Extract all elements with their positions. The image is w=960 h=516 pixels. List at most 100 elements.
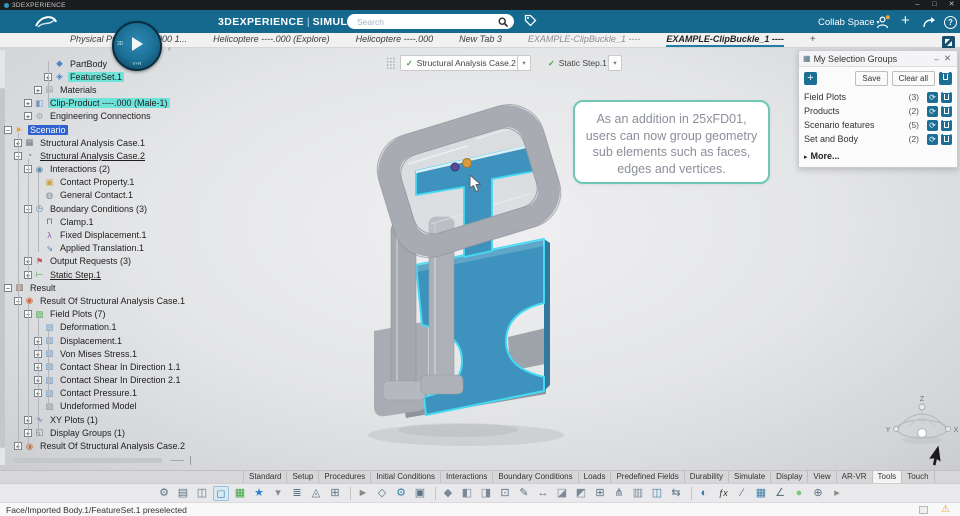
add-content-button[interactable]: + [901,12,910,29]
tree-expand-toggle[interactable]: + [24,112,32,121]
document-tab[interactable]: Helicoptere ----.000 [356,33,434,47]
view-3d-icon[interactable]: ◇ [374,486,390,501]
ribbon-tab-predefined-fields[interactable]: Predefined Fields [611,471,685,483]
ribbon-tab-standard[interactable]: Standard [243,471,288,483]
share-icon[interactable] [922,16,936,28]
minimize-button[interactable]: – [909,0,926,10]
monitor-view-icon[interactable]: ◫ [649,486,665,501]
ribbon-tab-view[interactable]: View [808,471,837,483]
trash-icon[interactable] [941,91,952,103]
toolbar-drag-handle-icon[interactable] [386,57,396,70]
tree-item[interactable]: −◔Structural Analysis Case.2 [0,149,250,162]
tree-item[interactable]: + ▤ Materials [0,83,250,96]
ruler-icon[interactable]: ⇆ [668,486,684,501]
selection-group-row[interactable]: Products (2) ⟳ [804,104,952,118]
save-button[interactable]: Save [855,71,888,86]
scrollbar-thumb[interactable] [14,458,162,463]
section-left-icon[interactable]: ◧ [459,486,475,501]
trash-icon[interactable] [941,133,952,145]
annotate-icon[interactable]: ✎ [516,486,532,501]
ribbon-tab-boundary-conditions[interactable]: Boundary Conditions [493,471,579,483]
search-input[interactable] [355,15,489,29]
ribbon-tab-touch[interactable]: Touch [902,471,935,483]
more-tools-caret[interactable]: ▸ [829,486,845,501]
ribbon-tab-setup[interactable]: Setup [287,471,320,483]
formula-fx-icon[interactable]: ƒx [715,486,731,501]
web-sync-icon[interactable]: ⊕ [810,486,826,501]
tree-item[interactable]: +◈FeatureSet.1 [0,70,250,83]
ribbon-tab-loads[interactable]: Loads [579,471,612,483]
solid-cube-icon[interactable]: ◆ [440,486,456,501]
tag-icon[interactable] [524,14,537,27]
tree-item[interactable]: + ⚙ Engineering Connections [0,110,250,123]
note-icon[interactable] [919,506,928,514]
link-nodes-icon[interactable]: ◬ [308,486,324,501]
close-button[interactable]: ✕ [943,0,960,10]
document-tab[interactable]: EXAMPLE-ClipBuckle_1 ---- [528,33,641,47]
delete-all-icon[interactable] [939,72,952,85]
tree-item[interactable]: − ► Scenario [0,123,250,136]
tree-item[interactable]: −◉Result Of Structural Analysis Case.1 [0,294,250,307]
rectangle-select-icon[interactable]: ◻ [213,485,229,501]
document-tab[interactable]: New Tab 3 [459,33,502,47]
tree-item[interactable]: +⚑Output Requests (3) [0,255,250,268]
python-icon[interactable]: ◐ [696,486,712,501]
refresh-icon[interactable]: ⟳ [927,91,938,103]
tree-item[interactable]: + ◧ Clip-Product ----.000 (Male-1) [0,97,250,110]
trash-icon[interactable] [941,119,952,131]
analysis-case-dropdown[interactable]: ✓ Structural Analysis Case.2 ▾ [400,55,532,71]
frame-select-icon[interactable]: ⊡ [497,486,513,501]
case-options-dropdown[interactable]: ▾ [517,55,531,71]
more-link[interactable]: ▸ More... [804,151,952,161]
ribbon-tab-procedures[interactable]: Procedures [319,471,372,483]
maximize-button[interactable]: □ [926,0,943,10]
table-grid-icon[interactable]: ▦ [753,486,769,501]
selection-sets-icon[interactable]: ▤ [175,486,191,501]
document-list-icon[interactable]: ≣ [289,486,305,501]
warning-icon[interactable]: ⚠ [941,503,950,516]
tree-expand-toggle[interactable]: + [34,85,42,94]
ribbon-tab-display[interactable]: Display [771,471,809,483]
update-gears-icon[interactable]: ⚙ [393,486,409,501]
tree-item[interactable]: +⊢Static Step.1 [0,268,250,281]
document-tab[interactable]: Helicoptere ----.000 (Explore) [213,33,330,47]
3d-compass-widget[interactable]: 3D V+R [112,21,162,71]
selection-group-row[interactable]: Field Plots (3) ⟳ [804,90,952,104]
refresh-icon[interactable]: ⟳ [927,133,938,145]
3d-viewport[interactable]: ✓ Structural Analysis Case.2 ▾ ▾ ✓ Stati… [0,44,960,470]
panel-minimize-button[interactable]: – [931,54,942,64]
layers-stack-icon[interactable]: ▥ [630,486,646,501]
window-layout-icon[interactable]: ◫ [194,486,210,501]
panel-close-button[interactable]: ✕ [942,53,953,64]
user-profile-icon[interactable] [876,15,891,29]
global-search[interactable] [347,14,514,29]
document-tab[interactable]: EXAMPLE-ClipBuckle_1 ---- [666,33,784,47]
ribbon-tab-durability[interactable]: Durability [685,471,730,483]
settings-window-icon[interactable]: ⊞ [327,486,343,501]
paste-view-icon[interactable]: ◩ [573,486,589,501]
panel-header[interactable]: ▦ My Selection Groups – ✕ [799,51,957,67]
measure-wand-icon[interactable]: ∕ [734,486,750,501]
tree-item[interactable]: +◉Result Of Structural Analysis Case.2 [0,439,250,452]
add-group-button[interactable]: + [804,72,817,85]
ribbon-tab-ar-vr[interactable]: AR-VR [837,471,873,483]
section-right-icon[interactable]: ◨ [478,486,494,501]
step-options-dropdown[interactable]: ▾ [608,55,622,71]
help-button[interactable]: ? [944,16,957,29]
refresh-icon[interactable]: ⟳ [927,119,938,131]
favorites-caret[interactable]: ▾ [270,486,286,501]
trash-icon[interactable] [941,105,952,117]
copy-view-icon[interactable]: ◪ [554,486,570,501]
status-light-icon[interactable]: ● [791,486,807,501]
ribbon-tab-tools[interactable]: Tools [872,471,903,483]
resize-width-icon[interactable]: ↔ [535,486,551,501]
tree-expand-toggle[interactable]: − [4,283,12,292]
refresh-icon[interactable]: ⟳ [927,105,938,117]
tree-item[interactable]: +▦Structural Analysis Case.1 [0,136,250,149]
screenshot-icon[interactable]: ⊞ [592,486,608,501]
step-selector[interactable]: ✓ Static Step.1 [542,55,613,71]
color-table-icon[interactable]: ▦ [232,486,248,501]
print-setup-icon[interactable]: ⚙ [156,486,172,501]
angle-measure-icon[interactable]: ∠ [772,486,788,501]
ribbon-tab-initial-conditions[interactable]: Initial Conditions [371,471,441,483]
